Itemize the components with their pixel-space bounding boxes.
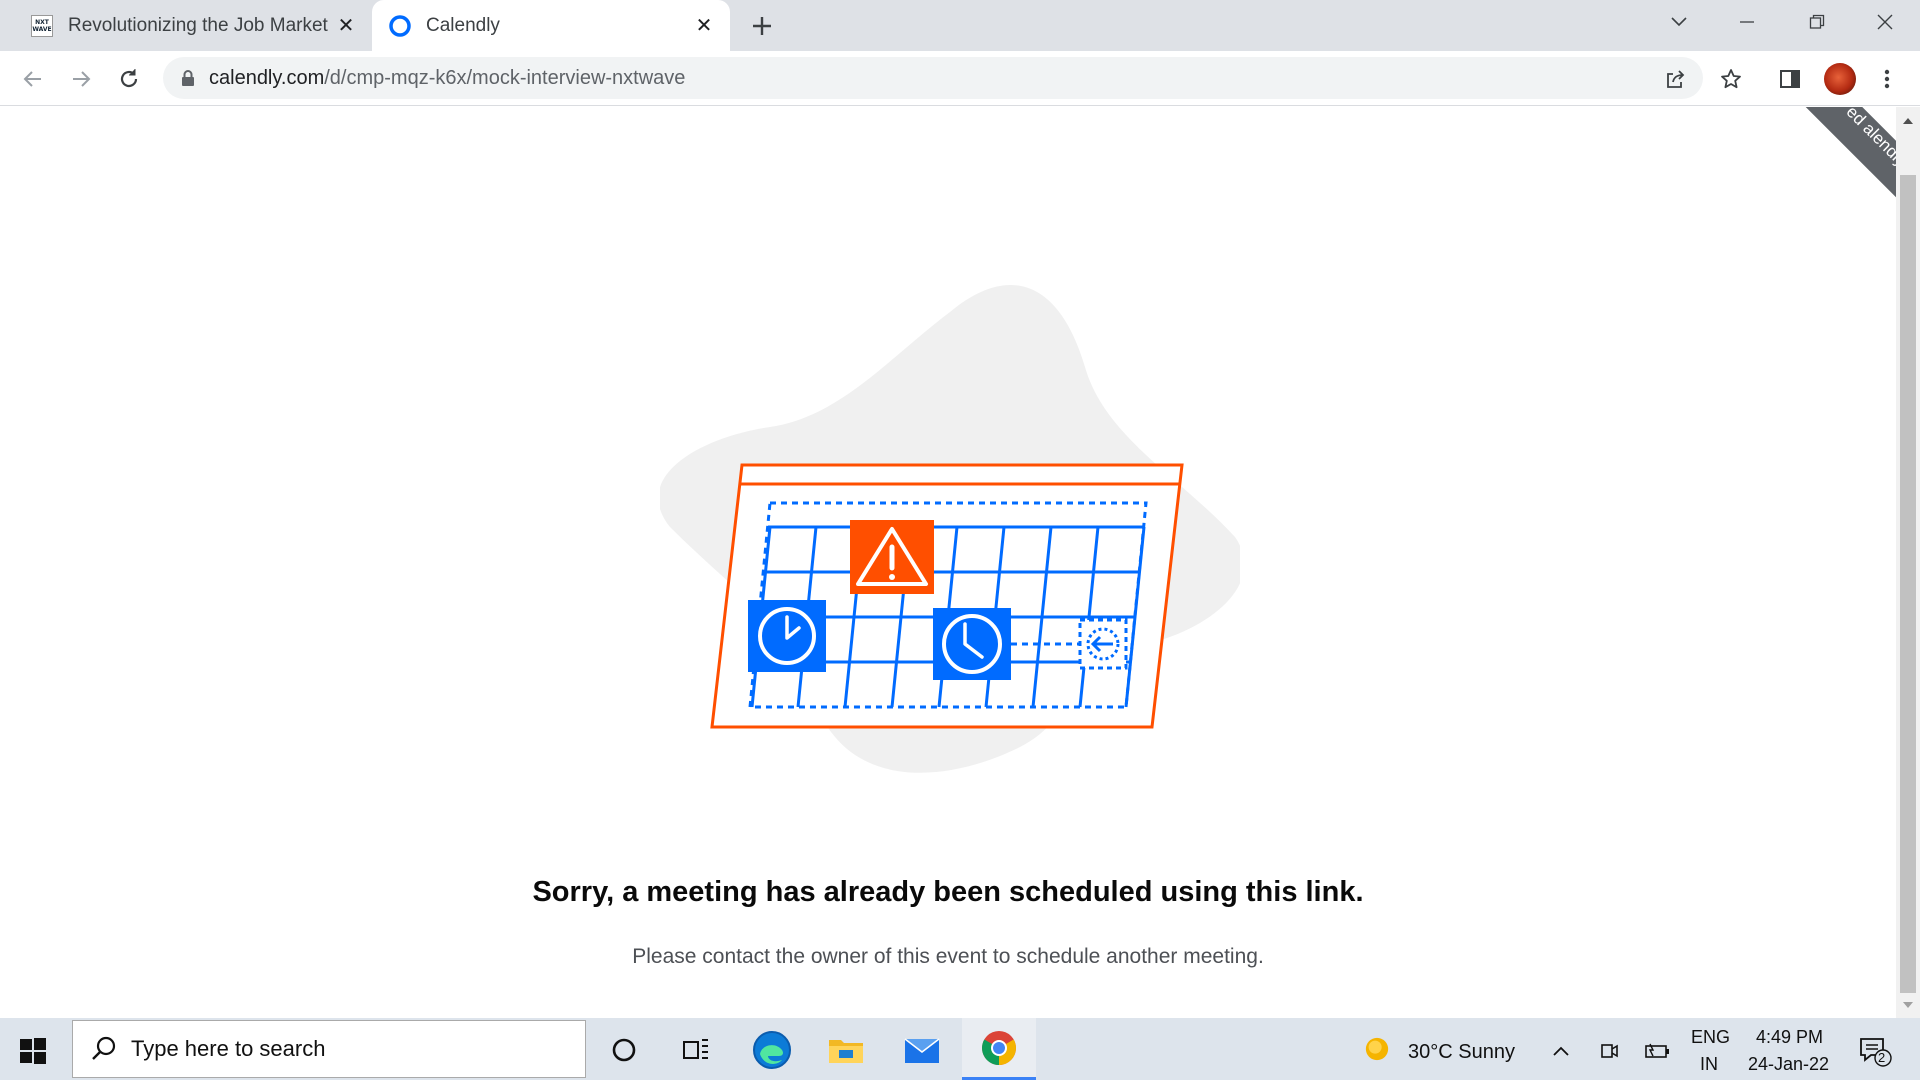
chevron-up-icon[interactable]	[1548, 1038, 1574, 1064]
restore-icon	[1809, 14, 1825, 29]
tab-title: Calendly	[426, 14, 500, 36]
minimize-button[interactable]	[1720, 0, 1774, 44]
reschedule-slot-icon	[1078, 618, 1128, 670]
reload-icon	[120, 69, 138, 88]
forward-button[interactable]	[64, 62, 98, 96]
file-explorer-button[interactable]	[824, 1028, 868, 1072]
start-button[interactable]	[14, 1032, 52, 1070]
edge-taskbar-button[interactable]	[750, 1028, 794, 1072]
nxtwave-favicon: NXT WAVE	[30, 14, 54, 38]
reload-button[interactable]	[112, 62, 146, 96]
profile-avatar[interactable]	[1824, 63, 1856, 95]
tab-strip: NXT WAVE Revolutionizing the Job Market |…	[0, 0, 1920, 51]
error-subheading: Please contact the owner of this event t…	[632, 945, 1264, 968]
weather-sun-icon[interactable]	[1364, 1036, 1390, 1062]
clock-time[interactable]: 4:49 PM	[1756, 1027, 1823, 1048]
chrome-taskbar-button[interactable]	[962, 1018, 1036, 1080]
warning-icon	[850, 520, 934, 594]
lock-icon[interactable]	[181, 69, 195, 87]
battery-icon[interactable]	[1644, 1038, 1670, 1064]
folder-icon	[829, 1040, 863, 1063]
calendly-favicon	[388, 14, 412, 38]
cortana-icon	[612, 1038, 636, 1062]
search-icon	[91, 1036, 117, 1062]
calendar-error-illustration	[660, 285, 1240, 773]
url-text: calendly.com/d/cmp-mqz-k6x/mock-intervie…	[209, 66, 686, 89]
scroll-thumb[interactable]	[1900, 175, 1916, 993]
language-top[interactable]: ENG	[1691, 1027, 1730, 1048]
edge-icon	[753, 1031, 791, 1069]
task-view-icon	[683, 1039, 708, 1059]
search-placeholder: Type here to search	[131, 1036, 326, 1061]
notification-count: 2	[1878, 1050, 1886, 1065]
weather-text[interactable]: 30°C Sunny	[1408, 1041, 1515, 1064]
tab-search-button[interactable]	[1652, 0, 1706, 44]
mail-button[interactable]	[900, 1028, 944, 1072]
chevron-down-icon	[1671, 17, 1687, 27]
address-bar[interactable]: calendly.com/d/cmp-mqz-k6x/mock-intervie…	[163, 57, 1703, 99]
windows-taskbar: Type here to search 30°C Sunny ENG IN 4:…	[0, 1018, 1920, 1080]
powered-by-calendly-ribbon[interactable]: ed alendly	[1744, 107, 1896, 241]
bookmark-star-icon[interactable]	[1716, 64, 1746, 94]
tab-nxtwave[interactable]: NXT WAVE Revolutionizing the Job Market |…	[14, 0, 372, 51]
page-scrollbar[interactable]	[1896, 107, 1920, 1018]
forward-arrow-icon	[73, 71, 91, 87]
clock-date[interactable]: 24-Jan-22	[1748, 1054, 1829, 1075]
page-viewport: ed alendly Sorry, a meeting has already …	[0, 107, 1896, 1018]
meet-now-icon[interactable]	[1596, 1038, 1622, 1064]
minimize-icon	[1740, 21, 1754, 23]
scroll-down-icon	[1903, 1002, 1913, 1008]
close-tab-icon[interactable]: ✕	[690, 12, 718, 40]
cortana-button[interactable]	[602, 1028, 646, 1072]
close-icon	[1877, 14, 1893, 30]
new-tab-button[interactable]	[745, 9, 779, 43]
clock-icon	[748, 600, 826, 672]
clock-icon	[933, 608, 1011, 680]
close-window-button[interactable]	[1858, 0, 1912, 44]
restore-button[interactable]	[1790, 0, 1844, 44]
task-view-button[interactable]	[674, 1028, 718, 1072]
mail-icon	[904, 1038, 940, 1063]
menu-kebab-icon[interactable]	[1872, 64, 1902, 94]
notification-icon	[1860, 1038, 1892, 1067]
side-panel-icon[interactable]	[1775, 64, 1805, 94]
plus-icon	[753, 17, 771, 35]
scroll-up-icon	[1903, 118, 1913, 124]
back-arrow-icon	[23, 71, 41, 87]
chrome-icon	[982, 1030, 1016, 1065]
windows-logo-icon	[20, 1038, 46, 1064]
taskbar-search-box[interactable]: Type here to search	[72, 1020, 586, 1078]
language-bottom[interactable]: IN	[1700, 1054, 1718, 1075]
tab-title: Revolutionizing the Job Market |	[68, 14, 332, 36]
tab-calendly[interactable]: Calendly ✕	[372, 0, 730, 51]
error-heading: Sorry, a meeting has already been schedu…	[532, 876, 1364, 908]
share-icon[interactable]	[1661, 65, 1689, 93]
ribbon-label: ed alendly	[1778, 107, 1896, 235]
notification-center-button[interactable]: 2	[1858, 1036, 1894, 1068]
back-button[interactable]	[16, 62, 50, 96]
browser-toolbar: calendly.com/d/cmp-mqz-k6x/mock-intervie…	[0, 51, 1920, 106]
close-tab-icon[interactable]: ✕	[332, 12, 360, 40]
